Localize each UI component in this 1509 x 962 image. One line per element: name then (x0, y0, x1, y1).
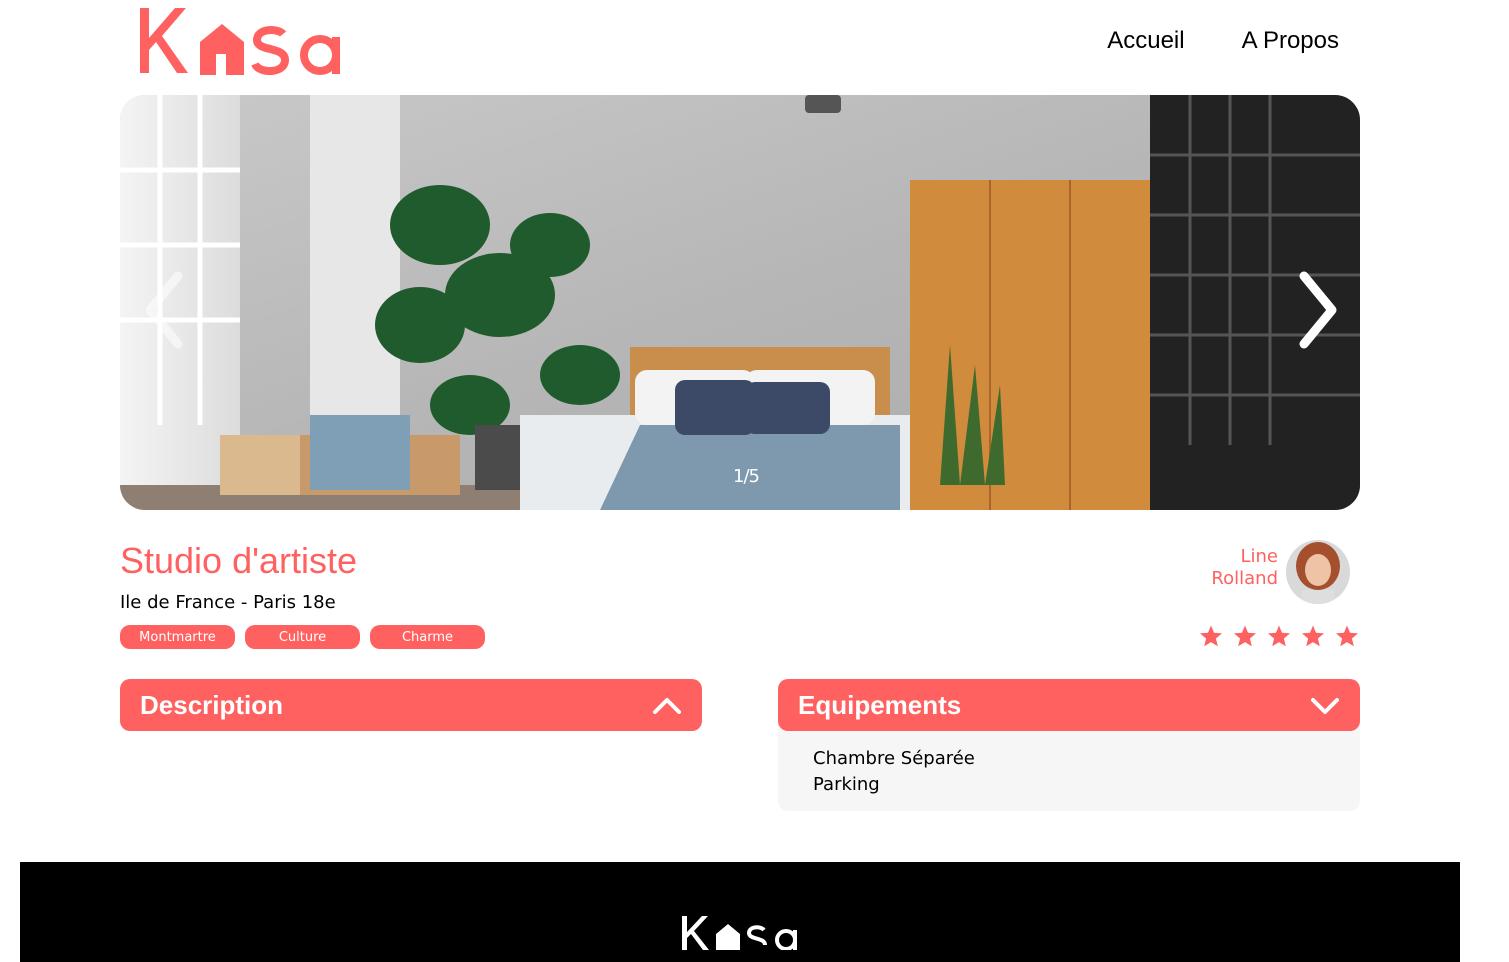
description-title: Description (140, 689, 284, 720)
chevron-left-icon (145, 271, 183, 349)
star-icon (1200, 625, 1222, 647)
host-avatar (1286, 540, 1350, 604)
host-last-name: Rolland (1211, 568, 1278, 589)
equipment-collapse-toggle[interactable]: Equipements (778, 679, 1360, 731)
equipment-list: Chambre Séparée Parking (778, 721, 1360, 811)
nav-about-link[interactable]: A Propos (1242, 27, 1339, 55)
chevron-down-icon (1311, 698, 1339, 714)
rating-stars (1199, 624, 1359, 648)
footer-logo (682, 916, 797, 950)
equipment-title: Equipements (798, 689, 962, 720)
carousel-counter: 1/5 (733, 466, 760, 487)
equipment-item: Parking (813, 774, 880, 795)
listing-photo (120, 95, 1360, 510)
main-nav: Accueil A Propos (1107, 27, 1339, 55)
tag-list: Montmartre Culture Charme (120, 625, 485, 649)
nav-home-link[interactable]: Accueil (1107, 27, 1184, 55)
equipment-item: Chambre Séparée (813, 748, 975, 769)
kasa-logo-mark (140, 8, 340, 75)
image-carousel (120, 95, 1360, 510)
carousel-prev-button[interactable] (140, 270, 190, 350)
tag: Charme (370, 625, 485, 649)
tag: Culture (245, 625, 360, 649)
description-collapse-toggle[interactable]: Description (120, 679, 702, 731)
chevron-up-icon (653, 698, 681, 714)
footer (20, 862, 1460, 962)
host-name: Line Rolland (1211, 546, 1278, 590)
host-first-name: Line (1240, 546, 1278, 567)
chevron-right-icon (1299, 271, 1337, 349)
tag: Montmartre (120, 625, 235, 649)
star-icon (1234, 625, 1256, 647)
carousel-next-button[interactable] (1292, 270, 1342, 350)
listing-title: Studio d'artiste (120, 540, 358, 581)
star-icon (1336, 625, 1358, 647)
star-icon (1268, 625, 1290, 647)
kasa-logo[interactable] (138, 4, 353, 76)
listing-location: Ile de France - Paris 18e (120, 592, 336, 613)
star-icon (1302, 625, 1324, 647)
